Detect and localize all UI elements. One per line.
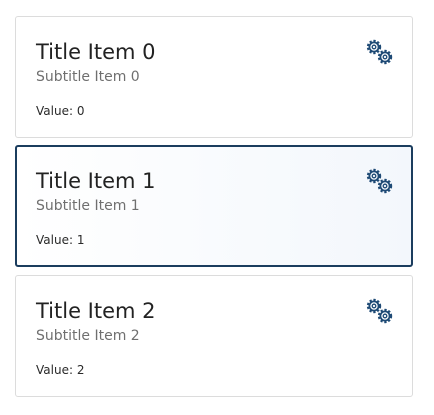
- item-value-label: Value:: [36, 104, 73, 118]
- item-value: 1: [76, 233, 85, 247]
- item-value: 2: [76, 363, 85, 377]
- item-subtitle: Subtitle Item 0: [36, 69, 140, 85]
- item-title: Title Item 1: [36, 169, 156, 193]
- item-value-row: Value: 1: [36, 232, 84, 248]
- gears-icon[interactable]: [366, 297, 394, 325]
- item-value-row: Value: 0: [36, 103, 84, 119]
- item-value-row: Value: 2: [36, 362, 84, 378]
- item-subtitle: Subtitle Item 1: [36, 198, 140, 214]
- item-value: 0: [76, 104, 85, 118]
- gears-icon[interactable]: [366, 38, 394, 66]
- item-value-label: Value:: [36, 233, 73, 247]
- item-title: Title Item 0: [36, 40, 156, 64]
- gears-icon[interactable]: [366, 167, 394, 195]
- item-value-label: Value:: [36, 363, 73, 377]
- item-subtitle: Subtitle Item 2: [36, 328, 140, 344]
- list-item-0[interactable]: Title Item 0 Subtitle Item 0 Value: 0: [15, 16, 413, 138]
- list-item-2[interactable]: Title Item 2 Subtitle Item 2 Value: 2: [15, 275, 413, 397]
- item-title: Title Item 2: [36, 299, 156, 323]
- list-item-1[interactable]: Title Item 1 Subtitle Item 1 Value: 1: [15, 145, 413, 267]
- item-list: Title Item 0 Subtitle Item 0 Value: 0 Ti…: [0, 0, 434, 415]
